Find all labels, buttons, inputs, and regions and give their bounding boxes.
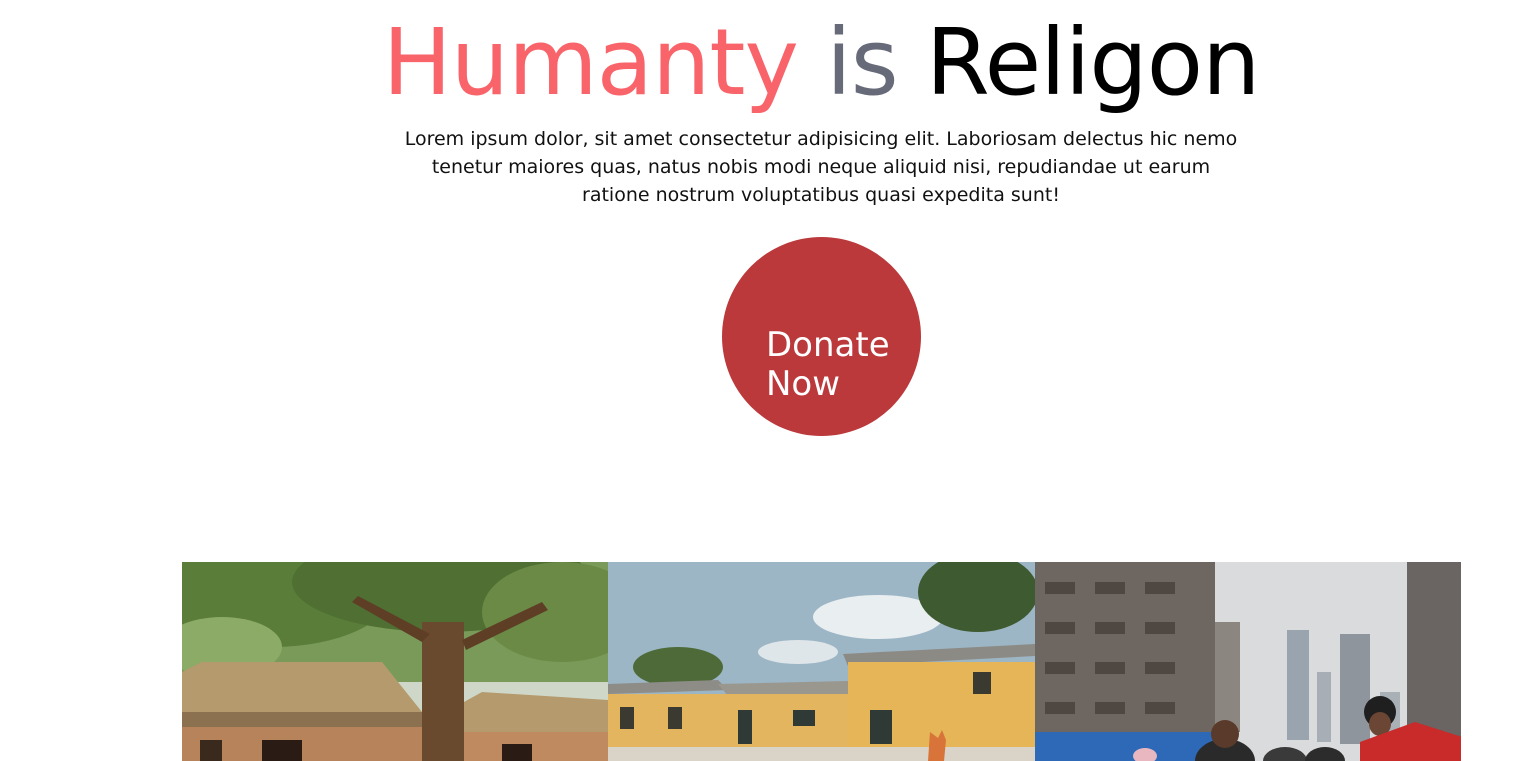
hut-image [182, 562, 608, 761]
hero-description: Lorem ipsum dolor, sit amet consectetur … [404, 128, 1238, 206]
page: Humanty is Religon Lorem ipsum dolor, si… [0, 0, 1529, 761]
gallery-photo-hut [182, 562, 608, 761]
gallery-photo-building [608, 562, 1035, 761]
gallery-photo-city [1035, 562, 1461, 761]
donate-label-line-2: Now [766, 363, 841, 404]
title-word-humanity: Humanty [382, 9, 799, 116]
title-word-is: is [826, 9, 898, 116]
city-image [1035, 562, 1461, 761]
donate-now-button[interactable]: Donate Now [722, 237, 921, 436]
title-word-religion: Religon [925, 9, 1261, 116]
donate-label-line-1: Donate [766, 324, 890, 365]
photo-gallery [182, 562, 1461, 761]
hero-title: Humanty is Religon [0, 8, 1529, 118]
building-image [608, 562, 1035, 761]
